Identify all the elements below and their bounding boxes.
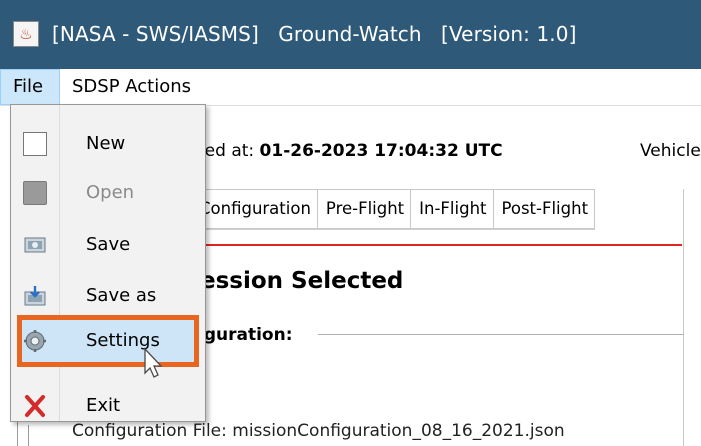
save-as-icon: [23, 284, 47, 308]
new-document-icon: [23, 132, 47, 156]
window-title: [NASA - SWS/IASMS] Ground-Watch [Version…: [52, 22, 577, 46]
title-bar: ♨ [NASA - SWS/IASMS] Ground-Watch [Versi…: [0, 0, 701, 69]
menu-item-new[interactable]: New: [11, 123, 205, 165]
menu-item-label: Open: [86, 182, 135, 203]
menu-item-exit[interactable]: Exit: [11, 385, 205, 427]
updated-label: ted at:: [198, 141, 260, 161]
panel-border: [683, 189, 684, 446]
tab-configuration[interactable]: Configuration: [190, 189, 318, 229]
tab-in-flight[interactable]: In-Flight: [411, 189, 494, 229]
gear-icon: [23, 329, 47, 353]
panel-edge: [28, 425, 29, 446]
open-icon: [23, 181, 47, 205]
save-icon: [23, 233, 47, 257]
tab-pre-flight[interactable]: Pre-Flight: [317, 189, 412, 229]
mouse-cursor-icon: [144, 347, 163, 378]
menu-item-label: Exit: [86, 395, 121, 416]
phase-tabs: Configuration Pre-Flight In-Flight Post-…: [190, 189, 596, 230]
vehicle-label: Vehicle: [640, 141, 701, 161]
tab-post-flight[interactable]: Post-Flight: [493, 189, 596, 229]
menu-item-label: Save: [86, 234, 131, 255]
file-dropdown-menu: New Open Save Save as Settings Exit: [10, 104, 206, 422]
menu-item-settings[interactable]: Settings: [11, 320, 205, 362]
configuration-legend: iguration:: [198, 325, 293, 345]
menu-item-label: New: [86, 133, 126, 154]
last-updated: ted at: 01-26-2023 17:04:32 UTC: [198, 140, 503, 162]
mission-heading: ession Selected: [200, 268, 404, 294]
file-menu[interactable]: File: [0, 69, 60, 105]
sdsp-actions-menu[interactable]: SDSP Actions: [72, 69, 191, 105]
menu-item-label: Save as: [86, 285, 157, 306]
menu-bar: File SDSP Actions: [0, 69, 701, 106]
fieldset-border: [318, 334, 684, 335]
updated-timestamp: 01-26-2023 17:04:32 UTC: [259, 141, 503, 161]
menu-item-save[interactable]: Save: [11, 224, 205, 266]
exit-x-icon: [23, 394, 47, 418]
divider-line: [196, 244, 682, 246]
menu-item-open[interactable]: Open: [11, 172, 205, 214]
java-cup-icon[interactable]: ♨: [13, 21, 39, 47]
menu-item-save-as[interactable]: Save as: [11, 275, 205, 317]
